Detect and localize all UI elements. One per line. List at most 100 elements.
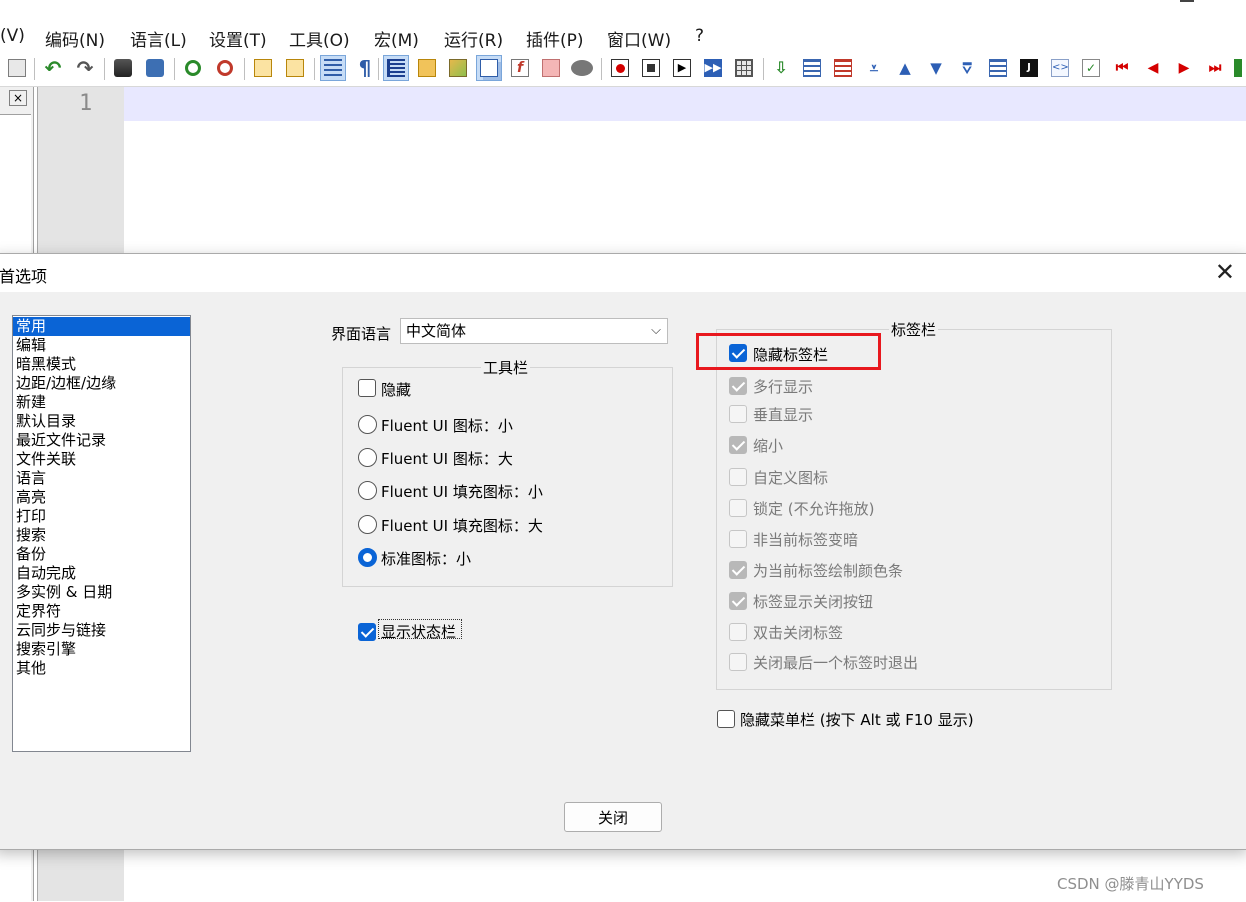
radio-label: 标准图标：小 — [381, 550, 472, 568]
ui-language-select[interactable]: 中文简体 ⌵ — [400, 318, 668, 344]
category-item[interactable]: 文件关联 — [13, 450, 190, 469]
color-bar-checkbox[interactable] — [729, 561, 747, 579]
shrink-checkbox[interactable] — [729, 436, 747, 454]
menu-macro[interactable]: 宏(M) — [374, 26, 419, 51]
radio-fluent-small[interactable] — [358, 415, 377, 434]
menu-settings[interactable]: 设置(T) — [209, 26, 267, 51]
zoom-in-icon[interactable] — [180, 55, 206, 81]
project-panel-icon[interactable] — [538, 55, 564, 81]
run-macro-multiple-icon[interactable]: ▶▶ — [700, 55, 726, 81]
radio-fluent-filled-large[interactable] — [358, 515, 377, 534]
next-icon[interactable]: ▶ — [1171, 55, 1197, 81]
plugin-down-icon[interactable]: ⇩ — [768, 55, 794, 81]
menu-run[interactable]: 运行(R) — [444, 26, 503, 51]
radio-standard-small[interactable] — [358, 548, 377, 567]
category-item[interactable]: 打印 — [13, 507, 190, 526]
document-map-icon[interactable] — [445, 55, 471, 81]
double-click-close-checkbox[interactable] — [729, 623, 747, 641]
close-button[interactable]: 关闭 — [564, 802, 662, 832]
close-icon[interactable]: ✕ — [1215, 258, 1235, 286]
menu-encoding[interactable]: 编码(N) — [45, 26, 105, 51]
undo-icon[interactable]: ↶ — [40, 55, 66, 81]
category-item[interactable]: 编辑 — [13, 336, 190, 355]
previous-icon[interactable]: ◀ — [1140, 55, 1166, 81]
menu-plugins[interactable]: 插件(P) — [526, 26, 584, 51]
arrow-down-icon[interactable]: ▼ — [923, 55, 949, 81]
monitoring-icon[interactable] — [569, 55, 595, 81]
function-list-icon[interactable]: f — [507, 55, 533, 81]
menu-language[interactable]: 语言(L) — [130, 26, 187, 51]
arrow-up-icon[interactable]: ▲ — [892, 55, 918, 81]
first-icon[interactable]: ⏮ — [1109, 55, 1135, 81]
menu-tools[interactable]: 工具(O) — [289, 26, 350, 51]
category-item[interactable]: 暗黑模式 — [13, 355, 190, 374]
vertical-checkbox[interactable] — [729, 405, 747, 423]
document-list-icon[interactable] — [476, 55, 502, 81]
menu-help[interactable]: ? — [695, 26, 704, 46]
stop-record-icon[interactable] — [638, 55, 664, 81]
focus-rectangle — [378, 619, 462, 639]
play-macro-icon[interactable]: ▶ — [669, 55, 695, 81]
category-item[interactable]: 云同步与链接 — [13, 621, 190, 640]
check-doc-icon[interactable]: ✓ — [1078, 55, 1104, 81]
category-item[interactable]: 高亮 — [13, 488, 190, 507]
replace-icon[interactable] — [142, 55, 168, 81]
category-item[interactable]: 自动完成 — [13, 564, 190, 583]
plugin-list-red-icon[interactable] — [830, 55, 856, 81]
category-list[interactable]: 常用 编辑 暗黑模式 边距/边框/边缘 新建 默认目录 最近文件记录 文件关联 … — [12, 315, 191, 752]
record-macro-icon[interactable] — [607, 55, 633, 81]
window-minimize-icon[interactable] — [1180, 0, 1194, 2]
expand-icon[interactable]: ⩢ — [954, 55, 980, 81]
custom-icon-checkbox[interactable] — [729, 468, 747, 486]
folder-as-workspace-icon[interactable] — [414, 55, 440, 81]
sync-vertical-icon[interactable] — [250, 55, 276, 81]
show-statusbar-checkbox[interactable] — [358, 623, 376, 641]
dim-inactive-checkbox[interactable] — [729, 530, 747, 548]
indent-guide-icon[interactable] — [383, 55, 409, 81]
word-wrap-icon[interactable] — [320, 55, 346, 81]
redo-icon[interactable]: ↷ — [72, 55, 98, 81]
hide-menubar-label: 隐藏菜单栏 (按下 Alt 或 F10 显示) — [740, 711, 974, 729]
current-line-highlight[interactable] — [124, 87, 1246, 121]
category-item-general[interactable]: 常用 — [13, 317, 190, 336]
find-icon[interactable] — [110, 55, 136, 81]
show-all-chars-icon[interactable]: ¶ — [352, 55, 378, 81]
toolbar-separator — [244, 58, 245, 80]
category-item[interactable]: 搜索 — [13, 526, 190, 545]
lock-checkbox[interactable] — [729, 499, 747, 517]
annotation-highlight-box — [696, 333, 881, 370]
hide-toolbar-checkbox[interactable] — [358, 379, 376, 397]
last-icon[interactable]: ⏭ — [1202, 55, 1228, 81]
toolbar: ↶ ↷ ¶ f ▶ ▶▶ ⇩ ⩡ ▲ ▼ ⩢ J <> ✓ ⏮ ◀ ▶ ⏭ — [0, 52, 1246, 87]
menu-window[interactable]: 窗口(W) — [607, 26, 671, 51]
compare-icon[interactable] — [985, 55, 1011, 81]
code-doc-icon[interactable]: <> — [1047, 55, 1073, 81]
category-item[interactable]: 备份 — [13, 545, 190, 564]
multiline-checkbox[interactable] — [729, 377, 747, 395]
category-item[interactable]: 定界符 — [13, 602, 190, 621]
menu-view[interactable]: (V) — [0, 26, 25, 46]
json-icon[interactable]: J — [1016, 55, 1042, 81]
paste-icon[interactable] — [4, 55, 30, 81]
hide-menubar-checkbox[interactable] — [717, 710, 735, 728]
category-item[interactable]: 边距/边框/边缘 — [13, 374, 190, 393]
plugin-list-icon[interactable] — [799, 55, 825, 81]
category-item[interactable]: 语言 — [13, 469, 190, 488]
radio-fluent-large[interactable] — [358, 448, 377, 467]
dialog-titlebar: 首选项 ✕ — [0, 254, 1246, 292]
radio-fluent-filled-small[interactable] — [358, 481, 377, 500]
category-item[interactable]: 搜索引擎 — [13, 640, 190, 659]
category-item[interactable]: 多实例 & 日期 — [13, 583, 190, 602]
category-item[interactable]: 默认目录 — [13, 412, 190, 431]
extra-icon[interactable] — [1232, 55, 1244, 81]
category-item[interactable]: 新建 — [13, 393, 190, 412]
show-close-button-checkbox[interactable] — [729, 592, 747, 610]
category-item[interactable]: 最近文件记录 — [13, 431, 190, 450]
panel-close-icon[interactable]: × — [9, 90, 27, 106]
exit-on-last-tab-checkbox[interactable] — [729, 653, 747, 671]
zoom-out-icon[interactable] — [212, 55, 238, 81]
collapse-icon[interactable]: ⩡ — [861, 55, 887, 81]
sync-horizontal-icon[interactable] — [282, 55, 308, 81]
category-item[interactable]: 其他 — [13, 659, 190, 678]
save-macro-icon[interactable] — [731, 55, 757, 81]
